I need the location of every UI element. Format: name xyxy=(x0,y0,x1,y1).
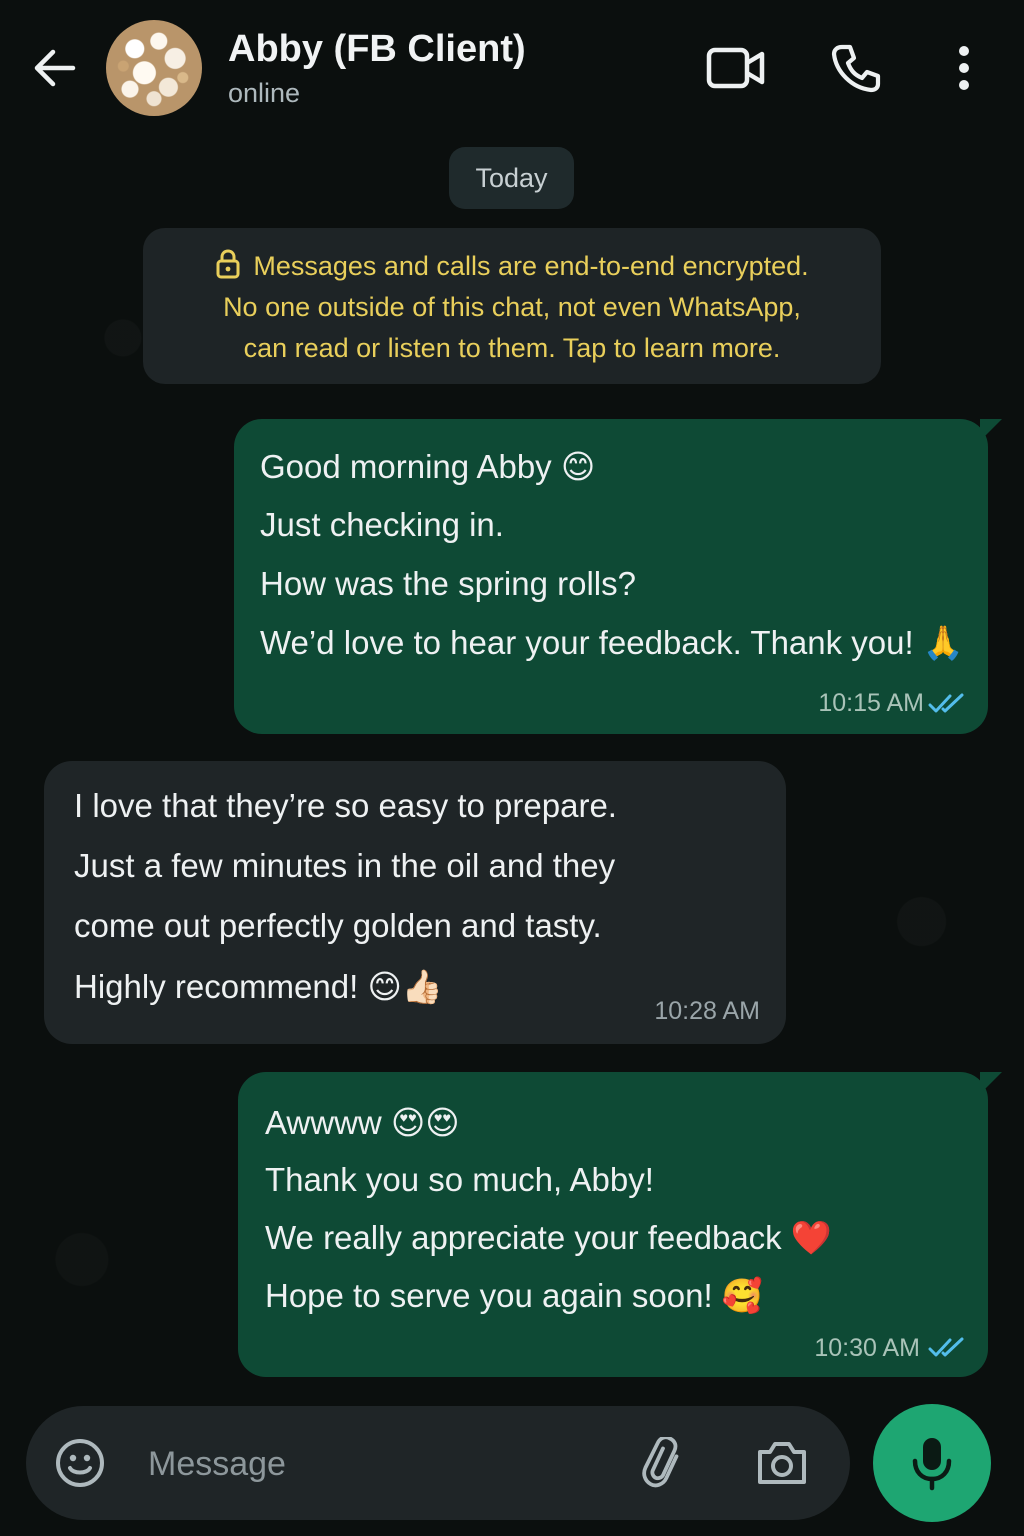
message-line: Awwww 😍😍 xyxy=(265,1104,460,1141)
voice-message-button[interactable] xyxy=(873,1404,991,1522)
encryption-line-1: Messages and calls are end-to-end encryp… xyxy=(143,246,881,287)
attachment-icon xyxy=(642,1437,679,1488)
read-ticks-icon xyxy=(928,693,964,713)
contact-name[interactable]: Abby (FB Client) xyxy=(228,28,526,71)
encryption-notice[interactable]: Messages and calls are end-to-end encryp… xyxy=(143,228,881,384)
attach-button[interactable] xyxy=(634,1433,694,1493)
back-button[interactable] xyxy=(26,40,82,96)
message-bubble-incoming[interactable]: I love that they’re so easy to prepare. … xyxy=(44,761,786,1044)
camera-icon xyxy=(758,1442,806,1484)
emoji-icon xyxy=(56,1439,104,1487)
message-input[interactable] xyxy=(146,1434,610,1494)
chat-header: Abby (FB Client) online xyxy=(0,0,1024,138)
message-bubble-outgoing[interactable]: Good morning Abby 😊 Just checking in. Ho… xyxy=(234,419,1002,734)
message-line: Good morning Abby 😊 xyxy=(260,448,596,485)
bubble-tail xyxy=(980,1072,1002,1094)
message-composer xyxy=(26,1406,850,1520)
contact-avatar[interactable] xyxy=(106,20,202,116)
more-options-button[interactable] xyxy=(932,38,996,98)
message-time: 10:15 AM xyxy=(818,689,924,717)
message-line: Highly recommend! 😊👍🏻 xyxy=(74,968,443,1005)
message-line: How was the spring rolls? xyxy=(260,565,636,602)
encryption-text: Messages and calls are end-to-end encryp… xyxy=(253,251,809,281)
message-line: Thank you so much, Abby! xyxy=(265,1161,654,1198)
voice-call-button[interactable] xyxy=(824,38,888,98)
emoji-button[interactable] xyxy=(50,1433,110,1493)
message-line: come out perfectly golden and tasty. xyxy=(74,907,602,944)
encryption-line-2: No one outside of this chat, not even Wh… xyxy=(223,292,801,322)
message-line: Hope to serve you again soon! 🥰 xyxy=(265,1277,763,1314)
message-bubble-outgoing[interactable]: Awwww 😍😍 Thank you so much, Abby! We rea… xyxy=(238,1072,1002,1377)
message-line: Just a few minutes in the oil and they xyxy=(74,847,616,884)
message-line: We really appreciate your feedback ❤️ xyxy=(265,1219,832,1256)
message-line: We’d love to hear your feedback. Thank y… xyxy=(260,624,964,661)
more-options-icon xyxy=(959,46,969,90)
camera-button[interactable] xyxy=(752,1433,812,1493)
message-time: 10:28 AM xyxy=(654,997,760,1025)
bubble-tail xyxy=(980,419,1002,441)
message-line: I love that they’re so easy to prepare. xyxy=(74,787,617,824)
date-chip: Today xyxy=(449,147,574,209)
message-time: 10:30 AM xyxy=(814,1334,920,1362)
back-arrow-icon xyxy=(34,49,76,87)
encryption-line-3: can read or listen to them. Tap to learn… xyxy=(243,333,781,363)
lock-icon xyxy=(216,249,240,279)
message-line: Just checking in. xyxy=(260,506,504,543)
microphone-icon xyxy=(912,1438,952,1491)
contact-status: online xyxy=(228,78,301,108)
read-ticks-icon xyxy=(928,1337,964,1357)
video-call-icon xyxy=(706,47,765,89)
video-call-button[interactable] xyxy=(704,38,768,98)
phone-icon xyxy=(831,44,881,93)
